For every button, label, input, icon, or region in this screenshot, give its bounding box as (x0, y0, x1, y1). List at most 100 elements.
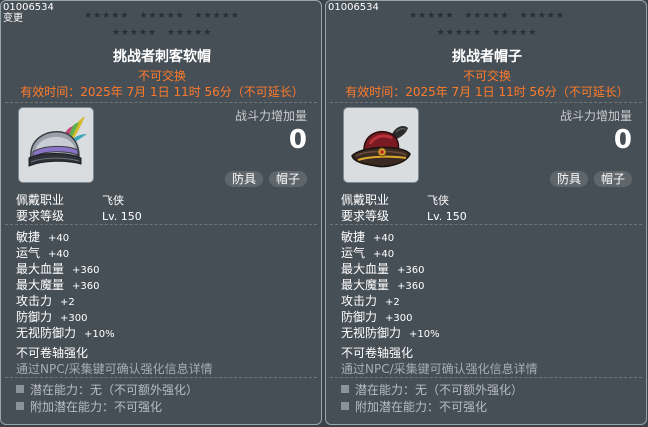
no-scroll-label: 不可卷轴强化 (16, 346, 89, 360)
stat-ignore-defense: 无视防御力 +10% (16, 324, 115, 341)
bonus-potential-square-icon (341, 402, 349, 410)
potential-row: 潜在能力：无（不可额外强化） (341, 381, 523, 398)
stat-dex: 敏捷 +40 (16, 228, 69, 245)
no-scroll-label: 不可卷轴强化 (341, 346, 414, 360)
star-group: ★★★★★ (491, 28, 538, 38)
stat-value: +10% (409, 329, 440, 340)
stat-name: 防御力 (341, 310, 378, 324)
stat-value: +360 (397, 281, 425, 292)
stat-value: +40 (48, 249, 70, 260)
star-group: ★★★★★ (436, 28, 483, 38)
level-value: Lv. 150 (427, 210, 467, 223)
stat-value: +300 (60, 313, 88, 324)
stat-luk: 运气 +40 (341, 244, 394, 261)
bonus-potential-text: 附加潜在能力：不可强化 (30, 400, 163, 414)
star-force-row-1: ★★★★★ ★★★★★ ★★★★★ (326, 11, 646, 21)
expiry-label: 有效时间：2025年 7月 1日 11时 56分（不可延长） (345, 85, 629, 99)
pirate-hat-icon (343, 107, 419, 183)
stat-value: +300 (385, 313, 413, 324)
job-value: 飞侠 (427, 194, 449, 207)
star-group: ★★★★★ (464, 11, 510, 21)
star-group: ★★★★★ (111, 28, 158, 38)
level-row: 要求等级 Lv. 150 (16, 207, 142, 224)
stat-name: 防御力 (16, 310, 53, 324)
stat-name: 无视防御力 (341, 326, 402, 340)
category-tag-hat: 帽子 (268, 171, 307, 187)
stat-defense: 防御力 +300 (341, 308, 412, 325)
stat-name: 攻击力 (16, 294, 53, 308)
divider (5, 377, 317, 378)
stat-name: 最大魔量 (341, 278, 390, 292)
stat-value: +40 (373, 233, 395, 244)
stat-dex: 敏捷 +40 (341, 228, 394, 245)
bonus-potential-row: 附加潜在能力：不可强化 (16, 398, 162, 415)
stat-attack: 攻击力 +2 (16, 292, 75, 309)
star-group: ★★★★★ (166, 28, 213, 38)
expiry-label: 有效时间：2025年 7月 1日 11时 56分（不可延长） (20, 85, 304, 99)
level-label: 要求等级 (341, 209, 390, 223)
stat-name: 最大血量 (341, 262, 390, 276)
enhance-info-note: 通过NPC/采集键可确认强化信息详情 (16, 362, 213, 376)
stat-value: +2 (60, 297, 75, 308)
star-group: ★★★★★ (194, 11, 240, 21)
stat-name: 运气 (16, 246, 41, 260)
stat-max-mp: 最大魔量 +360 (341, 276, 424, 293)
stat-luk: 运气 +40 (16, 244, 69, 261)
stat-attack: 攻击力 +2 (341, 292, 400, 309)
category-tag-armor: 防具 (224, 171, 263, 187)
potential-row: 潜在能力：无（不可额外强化） (16, 381, 198, 398)
stat-max-hp: 最大血量 +360 (341, 260, 424, 277)
job-label: 佩戴职业 (341, 193, 390, 207)
stat-value: +360 (397, 265, 425, 276)
job-row: 佩戴职业 飞侠 (16, 191, 124, 208)
stat-defense: 防御力 +300 (16, 308, 87, 325)
stat-ignore-defense: 无视防御力 +10% (341, 324, 440, 341)
star-force-row-2: ★★★★★ ★★★★★ (1, 28, 321, 38)
stat-value: +40 (373, 249, 395, 260)
star-group: ★★★★★ (84, 11, 130, 21)
stat-value: +40 (48, 233, 70, 244)
stat-name: 攻击力 (341, 294, 378, 308)
divider (330, 377, 642, 378)
stat-name: 敏捷 (341, 230, 366, 244)
stat-name: 无视防御力 (16, 326, 77, 340)
power-increase-value: 0 (613, 125, 632, 155)
divider (330, 224, 642, 225)
bonus-potential-text: 附加潜在能力：不可强化 (355, 400, 488, 414)
category-tag-hat: 帽子 (593, 171, 632, 187)
star-group: ★★★★★ (139, 11, 185, 21)
potential-text: 潜在能力：无（不可额外强化） (30, 383, 199, 397)
item-title: 挑战者帽子 (452, 49, 522, 65)
divider (5, 224, 317, 225)
level-row: 要求等级 Lv. 150 (341, 207, 467, 224)
potential-square-icon (16, 385, 24, 393)
stat-value: +2 (385, 297, 400, 308)
untradeable-label: 不可交换 (137, 69, 186, 83)
stat-name: 最大血量 (16, 262, 65, 276)
potential-text: 潜在能力：无（不可额外强化） (355, 383, 524, 397)
power-increase-label: 战斗力增加量 (234, 109, 307, 123)
star-group: ★★★★★ (409, 11, 455, 21)
stat-name: 运气 (341, 246, 366, 260)
stat-value: +10% (84, 329, 115, 340)
job-value: 飞侠 (102, 194, 124, 207)
job-label: 佩戴职业 (16, 193, 65, 207)
star-force-row-1: ★★★★★ ★★★★★ ★★★★★ (1, 11, 321, 21)
stat-name: 最大魔量 (16, 278, 65, 292)
enhance-info-note: 通过NPC/采集键可确认强化信息详情 (341, 362, 538, 376)
divider (330, 102, 642, 103)
stat-value: +360 (72, 265, 100, 276)
star-force-row-2: ★★★★★ ★★★★★ (326, 28, 646, 38)
power-increase-label: 战斗力增加量 (559, 109, 632, 123)
bonus-potential-square-icon (16, 402, 24, 410)
power-increase-value: 0 (288, 125, 307, 155)
bonus-potential-row: 附加潜在能力：不可强化 (341, 398, 487, 415)
untradeable-label: 不可交换 (462, 69, 511, 83)
potential-square-icon (341, 385, 349, 393)
item-title: 挑战者刺客软帽 (113, 49, 211, 65)
item-tooltip-left: 01006534 变更 ★★★★★ ★★★★★ ★★★★★ ★★★★★ ★★★★… (0, 0, 322, 425)
item-tooltip-right: 01006534 ★★★★★ ★★★★★ ★★★★★ ★★★★★ ★★★★★ 挑… (325, 0, 647, 425)
category-tag-armor: 防具 (549, 171, 588, 187)
stat-value: +360 (72, 281, 100, 292)
assassin-hat-icon (18, 107, 94, 183)
